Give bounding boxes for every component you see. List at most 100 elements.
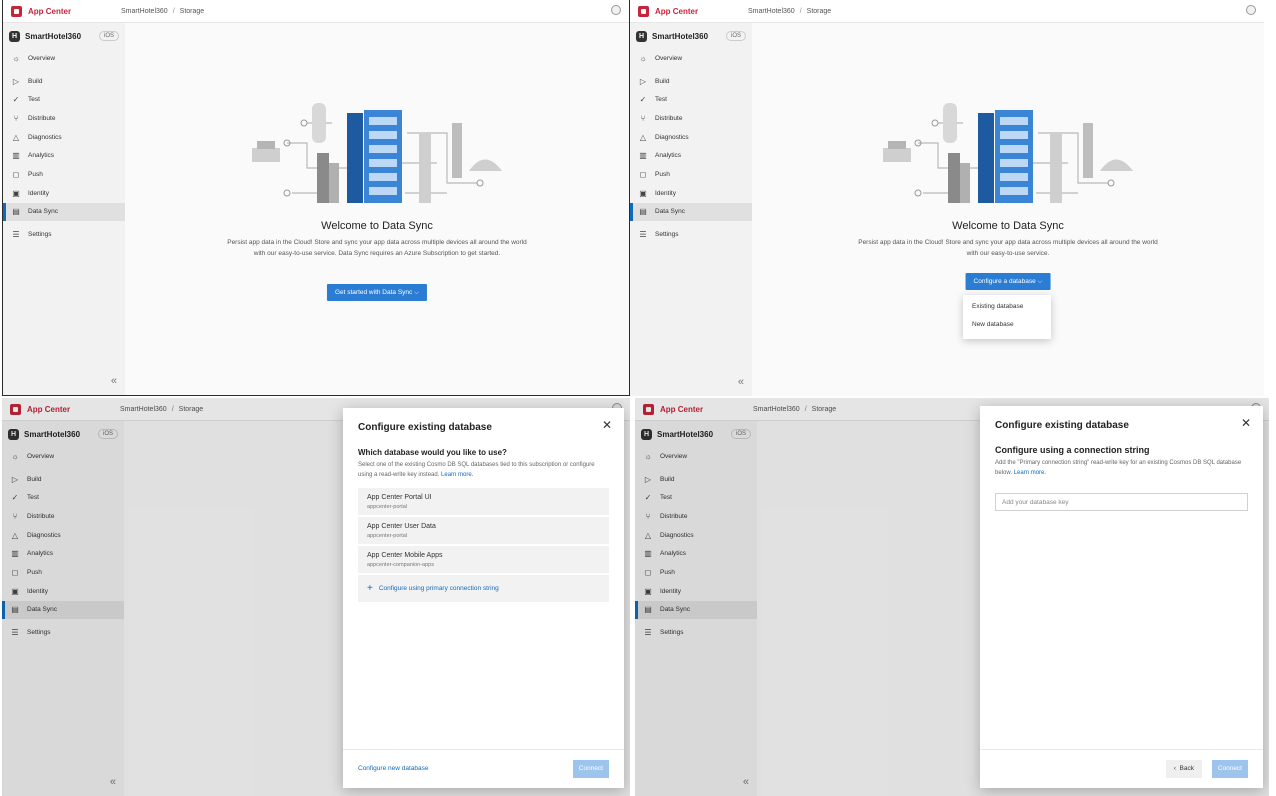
welcome-title: Welcome to Data Sync bbox=[952, 220, 1064, 232]
collapse-sidebar-icon[interactable]: « bbox=[111, 375, 117, 387]
sidebar-item-build[interactable]: ▷ Build bbox=[3, 72, 125, 91]
sidebar-item-label: Overview bbox=[28, 54, 56, 62]
overview-icon: ☼ bbox=[12, 53, 20, 63]
sidebar-item-build[interactable]: ▷ Build bbox=[630, 72, 752, 91]
sidebar-item-push[interactable]: ◻ Push bbox=[630, 165, 752, 184]
screen-welcome: App Center SmartHotel360 / Storage H Smart… bbox=[2, 0, 630, 396]
top-bar: App Center SmartHotel360 / Storage bbox=[630, 0, 1264, 23]
learn-more-link[interactable]: Learn more. bbox=[1014, 470, 1046, 476]
app-center-logo[interactable]: App Center bbox=[638, 5, 748, 17]
sidebar-item-analytics[interactable]: ▥ Analytics bbox=[630, 146, 752, 165]
avatar[interactable] bbox=[611, 5, 621, 15]
back-label: Back bbox=[1179, 765, 1194, 772]
sidebar-item-label: Data Sync bbox=[655, 208, 685, 216]
sidebar-item-test[interactable]: ✓ Test bbox=[630, 90, 752, 109]
app-selector[interactable]: H SmartHotel360 iOS bbox=[3, 23, 125, 49]
sidebar-item-label: Distribute bbox=[655, 114, 683, 122]
database-option[interactable]: App Center User Data appcenter-portal bbox=[358, 517, 609, 544]
configure-database-button[interactable]: Configure a database ⌵ bbox=[965, 273, 1051, 290]
close-icon[interactable]: ✕ bbox=[1241, 416, 1251, 430]
configure-new-database-link[interactable]: Configure new database bbox=[358, 765, 428, 772]
get-started-label: Get started with Data Sync bbox=[334, 289, 413, 296]
database-name: App Center Portal UI bbox=[367, 494, 432, 501]
configure-existing-database-modal: Configure existing database ✕ Which data… bbox=[343, 408, 624, 788]
diagnostics-icon: △ bbox=[12, 132, 20, 142]
sidebar-item-data-sync[interactable]: ▤ Data Sync bbox=[3, 202, 125, 222]
modal-subtitle: Add the "Primary connection string" read… bbox=[995, 459, 1250, 478]
overview-icon: ☼ bbox=[639, 53, 647, 63]
welcome-description: Persist app data in the Cloud! Store and… bbox=[858, 239, 1158, 257]
data-sync-illustration bbox=[252, 103, 502, 203]
screen-configure-dropdown: App Center SmartHotel360 / Storage H Smart… bbox=[630, 0, 1264, 396]
breadcrumb-app[interactable]: SmartHotel360 bbox=[121, 8, 168, 15]
connection-string-option-label: Configure using primary connection strin… bbox=[378, 585, 499, 592]
sidebar-item-label: Test bbox=[655, 96, 667, 104]
sidebar-item-label: Settings bbox=[28, 231, 52, 239]
collapse-sidebar-icon[interactable]: « bbox=[738, 376, 744, 388]
identity-icon: ▣ bbox=[12, 188, 20, 198]
connect-button[interactable]: Connect bbox=[1211, 760, 1248, 778]
app-center-icon bbox=[638, 5, 649, 17]
database-key-input[interactable] bbox=[995, 493, 1248, 511]
chevron-down-icon: ⌵ bbox=[414, 289, 420, 296]
avatar[interactable] bbox=[1246, 5, 1256, 15]
database-name: App Center Mobile Apps bbox=[367, 552, 443, 559]
menu-item-existing-database[interactable]: Existing database bbox=[963, 298, 1051, 316]
sidebar-item-settings[interactable]: ☰ Settings bbox=[3, 225, 125, 244]
app-icon: H bbox=[9, 30, 20, 42]
sidebar-item-label: Test bbox=[28, 96, 40, 104]
sidebar-item-identity[interactable]: ▣ Identity bbox=[630, 184, 752, 203]
chevron-down-icon: ⌵ bbox=[1037, 278, 1043, 285]
breadcrumb-app[interactable]: SmartHotel360 bbox=[748, 8, 795, 15]
sidebar-item-label: Build bbox=[655, 77, 670, 85]
sidebar-item-identity[interactable]: ▣ Identity bbox=[3, 184, 125, 203]
sidebar-item-diagnostics[interactable]: △ Diagnostics bbox=[630, 128, 752, 147]
database-option[interactable]: App Center Mobile Apps appcenter-compani… bbox=[358, 546, 609, 573]
connection-string-option[interactable]: + Configure using primary connection str… bbox=[358, 575, 609, 602]
modal-title: Configure existing database bbox=[358, 422, 492, 433]
top-bar: App Center SmartHotel360 / Storage bbox=[3, 0, 629, 23]
sidebar-item-distribute[interactable]: ⑂ Distribute bbox=[3, 109, 125, 128]
sidebar-item-distribute[interactable]: ⑂ Distribute bbox=[630, 109, 752, 128]
sidebar-item-overview[interactable]: ☼ Overview bbox=[3, 49, 125, 68]
breadcrumb-page: Storage bbox=[806, 7, 832, 15]
sidebar-item-data-sync[interactable]: ▤ Data Sync bbox=[630, 202, 752, 222]
sidebar-item-label: Identity bbox=[655, 189, 676, 197]
app-center-logo[interactable]: App Center bbox=[11, 5, 121, 17]
sidebar-item-test[interactable]: ✓ Test bbox=[3, 90, 125, 109]
data-sync-illustration bbox=[883, 103, 1133, 203]
breadcrumb-page: Storage bbox=[179, 7, 205, 15]
sidebar-item-label: Identity bbox=[28, 189, 49, 197]
app-title: SmartHotel360 bbox=[25, 31, 82, 41]
get-started-button[interactable]: Get started with Data Sync ⌵ bbox=[326, 284, 428, 301]
build-icon: ▷ bbox=[639, 76, 647, 86]
sidebar-item-label: Diagnostics bbox=[28, 133, 62, 141]
sidebar-item-diagnostics[interactable]: △ Diagnostics bbox=[3, 128, 125, 147]
database-option[interactable]: App Center Portal UI appcenter-portal bbox=[358, 488, 609, 515]
app-selector[interactable]: H SmartHotel360 iOS bbox=[630, 23, 752, 49]
main-content: Welcome to Data Sync Persist app data in… bbox=[125, 23, 629, 395]
settings-icon: ☰ bbox=[12, 230, 20, 240]
sidebar-item-label: Overview bbox=[655, 54, 683, 62]
welcome-title: Welcome to Data Sync bbox=[321, 220, 433, 232]
sidebar-item-label: Push bbox=[655, 170, 670, 178]
main-content: Welcome to Data Sync Persist app data in… bbox=[752, 23, 1264, 396]
close-icon[interactable]: ✕ bbox=[602, 418, 612, 432]
sidebar-item-label: Diagnostics bbox=[655, 133, 689, 141]
sidebar-item-overview[interactable]: ☼ Overview bbox=[630, 49, 752, 68]
database-id: appcenter-companion-apps bbox=[367, 562, 434, 568]
sidebar-item-settings[interactable]: ☰ Settings bbox=[630, 225, 752, 244]
menu-item-new-database[interactable]: New database bbox=[963, 316, 1051, 334]
connect-button[interactable]: Connect bbox=[572, 760, 609, 778]
back-button[interactable]: ‹ Back bbox=[1165, 760, 1202, 778]
sidebar-item-push[interactable]: ◻ Push bbox=[3, 165, 125, 184]
sidebar: H SmartHotel360 iOS ☼ Overview ▷ Build ✓ Te… bbox=[3, 23, 125, 395]
sidebar-item-analytics[interactable]: ▥ Analytics bbox=[3, 146, 125, 165]
learn-more-link[interactable]: Learn more. bbox=[441, 472, 473, 478]
modal-title: Configure existing database bbox=[995, 420, 1129, 431]
app-center-icon bbox=[11, 5, 22, 17]
modal-footer: Configure new database Connect bbox=[343, 749, 624, 788]
modal-footer: ‹ Back Connect bbox=[980, 749, 1263, 788]
database-id: appcenter-portal bbox=[367, 533, 408, 539]
breadcrumb-separator: / bbox=[799, 7, 802, 15]
